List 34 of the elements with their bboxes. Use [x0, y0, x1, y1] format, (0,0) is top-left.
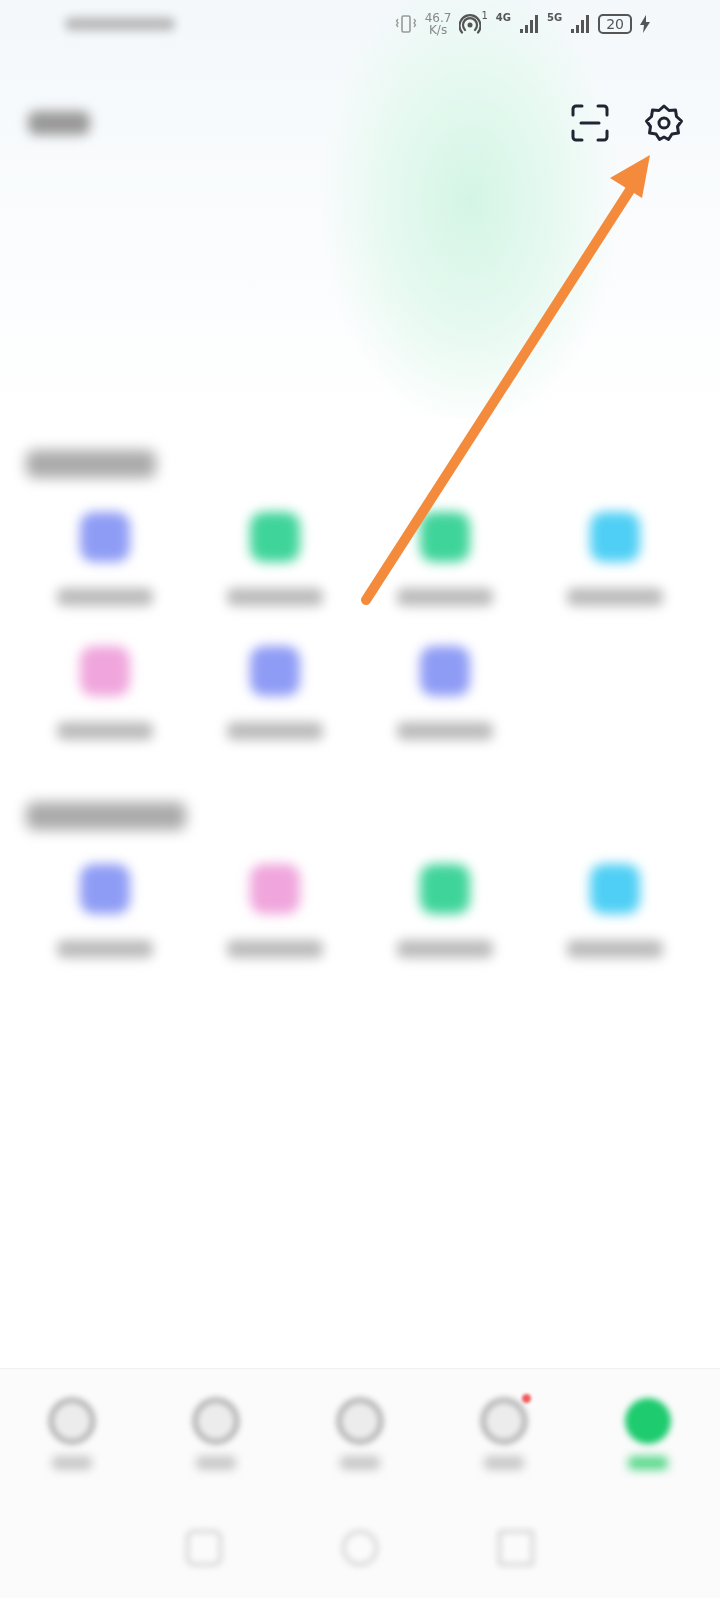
blurred-app-icon[interactable] — [420, 864, 470, 914]
blurred-tab-label — [628, 1455, 668, 1470]
hotspot-count: 1 — [481, 10, 488, 21]
blurred-app-icon[interactable] — [420, 646, 470, 696]
blurred-tab-icon[interactable] — [481, 1397, 527, 1444]
battery-level: 20 — [598, 14, 632, 34]
settings-icon[interactable] — [644, 103, 684, 143]
blurred-tab-icon[interactable] — [625, 1397, 671, 1444]
blurred-app-icon[interactable] — [590, 512, 640, 562]
hotspot-icon — [459, 13, 482, 35]
speed-unit: K/s — [429, 24, 448, 36]
network-type: 4G — [495, 12, 511, 23]
scan-icon[interactable] — [570, 103, 610, 143]
blurred-tab-label — [484, 1455, 524, 1470]
signal-icon — [570, 14, 591, 34]
blurred-app-icon[interactable] — [80, 512, 130, 562]
blurred-app-icon[interactable] — [250, 646, 300, 696]
blurred-tab-icon[interactable] — [49, 1397, 95, 1444]
blurred-tab-label — [196, 1455, 236, 1470]
blurred-app-icon[interactable] — [250, 864, 300, 914]
blurred-app-icon[interactable] — [80, 646, 130, 696]
blurred-app-icon[interactable] — [590, 864, 640, 914]
blurred-tab-icon[interactable] — [193, 1397, 239, 1444]
blurred-title — [28, 111, 90, 135]
speed-value: 46.7 — [424, 12, 452, 24]
signal-icon — [519, 14, 539, 34]
blurred-app-icon[interactable] — [250, 512, 300, 562]
blurred-tab-label — [340, 1455, 380, 1470]
blurred-app-icon[interactable] — [420, 512, 470, 562]
blurred-app-icon[interactable] — [80, 864, 130, 914]
blurred-tab-label — [52, 1455, 92, 1470]
vibrate-icon — [394, 14, 417, 34]
blurred-tab-icon[interactable] — [337, 1397, 383, 1444]
network-type: 5G — [547, 12, 563, 23]
